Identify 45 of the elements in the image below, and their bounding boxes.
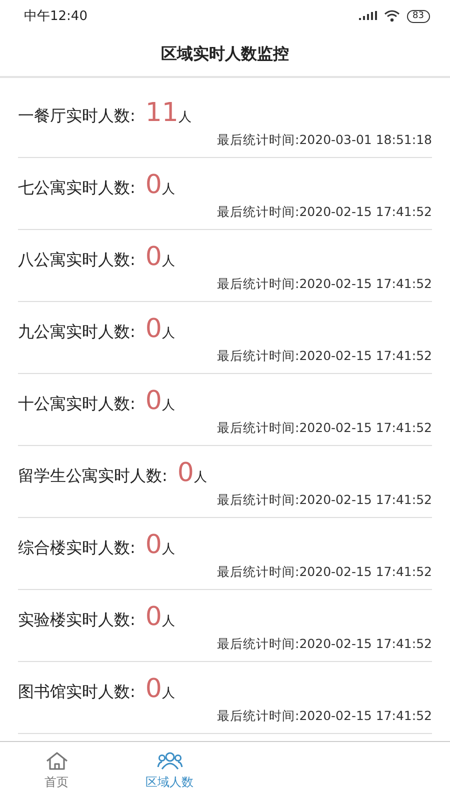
nav-tab[interactable]: 首页 xyxy=(0,742,113,800)
area-label: 十公寓实时人数: xyxy=(18,394,136,415)
last-updated-time: 最后统计时间:2020-02-15 17:41:52 xyxy=(217,276,432,291)
people-count: 0 xyxy=(145,386,162,416)
people-count: 0 xyxy=(145,602,162,632)
status-time: 中午12:40 xyxy=(24,8,88,25)
people-count: 0 xyxy=(145,530,162,560)
signal-icon xyxy=(358,11,377,21)
area-label: 七公寓实时人数: xyxy=(18,178,136,199)
last-updated-time: 最后统计时间:2020-02-15 17:41:52 xyxy=(217,564,432,579)
last-updated-time: 最后统计时间:2020-02-15 17:41:52 xyxy=(217,348,432,363)
area-label: 实验楼实时人数: xyxy=(18,610,136,631)
last-updated-time: 最后统计时间:2020-02-15 17:41:52 xyxy=(217,420,432,435)
people-count: 0 xyxy=(145,314,162,344)
area-label: 一餐厅实时人数: xyxy=(18,106,136,127)
area-label: 留学生公寓实时人数: xyxy=(18,466,168,487)
page-title: 区域实时人数监控 xyxy=(161,44,289,64)
count-unit: 人 xyxy=(178,109,192,126)
count-unit: 人 xyxy=(194,469,207,486)
count-unit: 人 xyxy=(162,685,175,702)
count-unit: 人 xyxy=(162,397,175,414)
last-updated-time: 最后统计时间:2020-02-15 17:41:52 xyxy=(217,708,432,723)
area-label: 图书馆实时人数: xyxy=(18,682,136,703)
battery-level: 83 xyxy=(406,10,430,22)
people-count: 0 xyxy=(145,170,162,200)
count-unit: 人 xyxy=(162,541,175,558)
people-count: 0 xyxy=(177,458,194,488)
people-count: 0 xyxy=(145,242,162,272)
last-updated-time: 最后统计时间:2020-03-01 18:51:18 xyxy=(217,132,432,147)
last-updated-time: 最后统计时间:2020-02-15 17:41:52 xyxy=(217,492,432,507)
people-icon xyxy=(156,751,182,771)
nav-tab[interactable]: 区域人数 xyxy=(113,742,226,800)
wifi-icon xyxy=(384,10,400,22)
area-label: 九公寓实时人数: xyxy=(18,322,136,343)
count-unit: 人 xyxy=(162,253,175,270)
count-unit: 人 xyxy=(162,613,175,630)
last-updated-time: 最后统计时间:2020-02-15 17:41:52 xyxy=(217,636,432,651)
people-count: 11 xyxy=(145,98,178,128)
people-count: 0 xyxy=(145,674,162,704)
area-label: 八公寓实时人数: xyxy=(18,250,136,271)
last-updated-time: 最后统计时间:2020-02-15 17:41:52 xyxy=(217,204,432,219)
home-icon xyxy=(44,751,68,771)
count-unit: 人 xyxy=(162,325,175,342)
area-label: 综合楼实时人数: xyxy=(18,538,136,559)
count-unit: 人 xyxy=(162,181,175,198)
